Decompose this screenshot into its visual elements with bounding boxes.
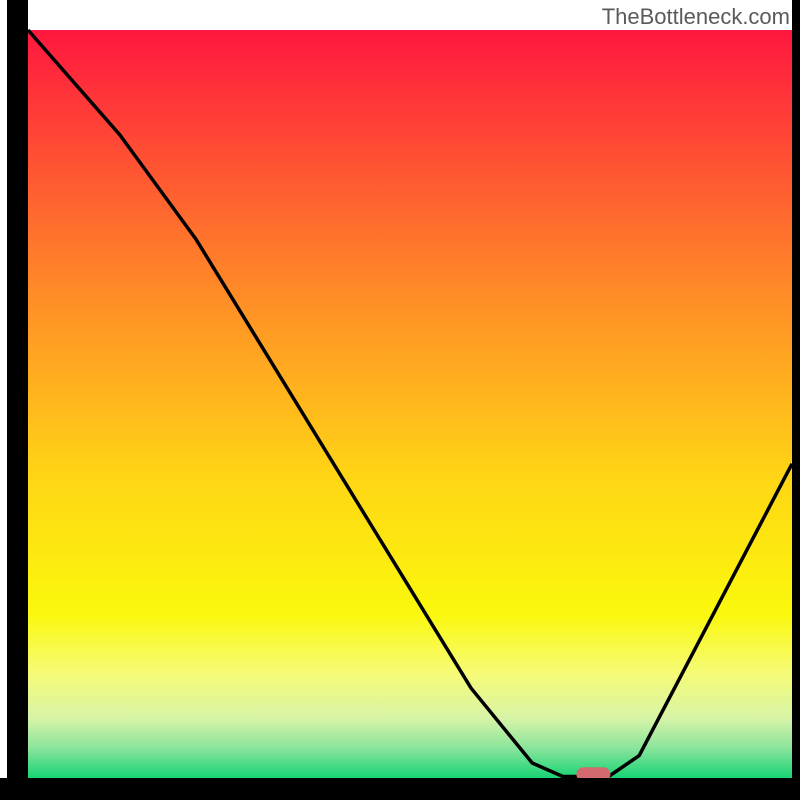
axis-right <box>792 0 800 800</box>
bottleneck-chart <box>0 0 800 800</box>
gradient-background <box>28 30 792 778</box>
watermark-label: TheBottleneck.com <box>602 4 790 30</box>
chart-container: TheBottleneck.com <box>0 0 800 800</box>
axis-bottom <box>0 778 800 800</box>
axis-left <box>7 0 28 800</box>
